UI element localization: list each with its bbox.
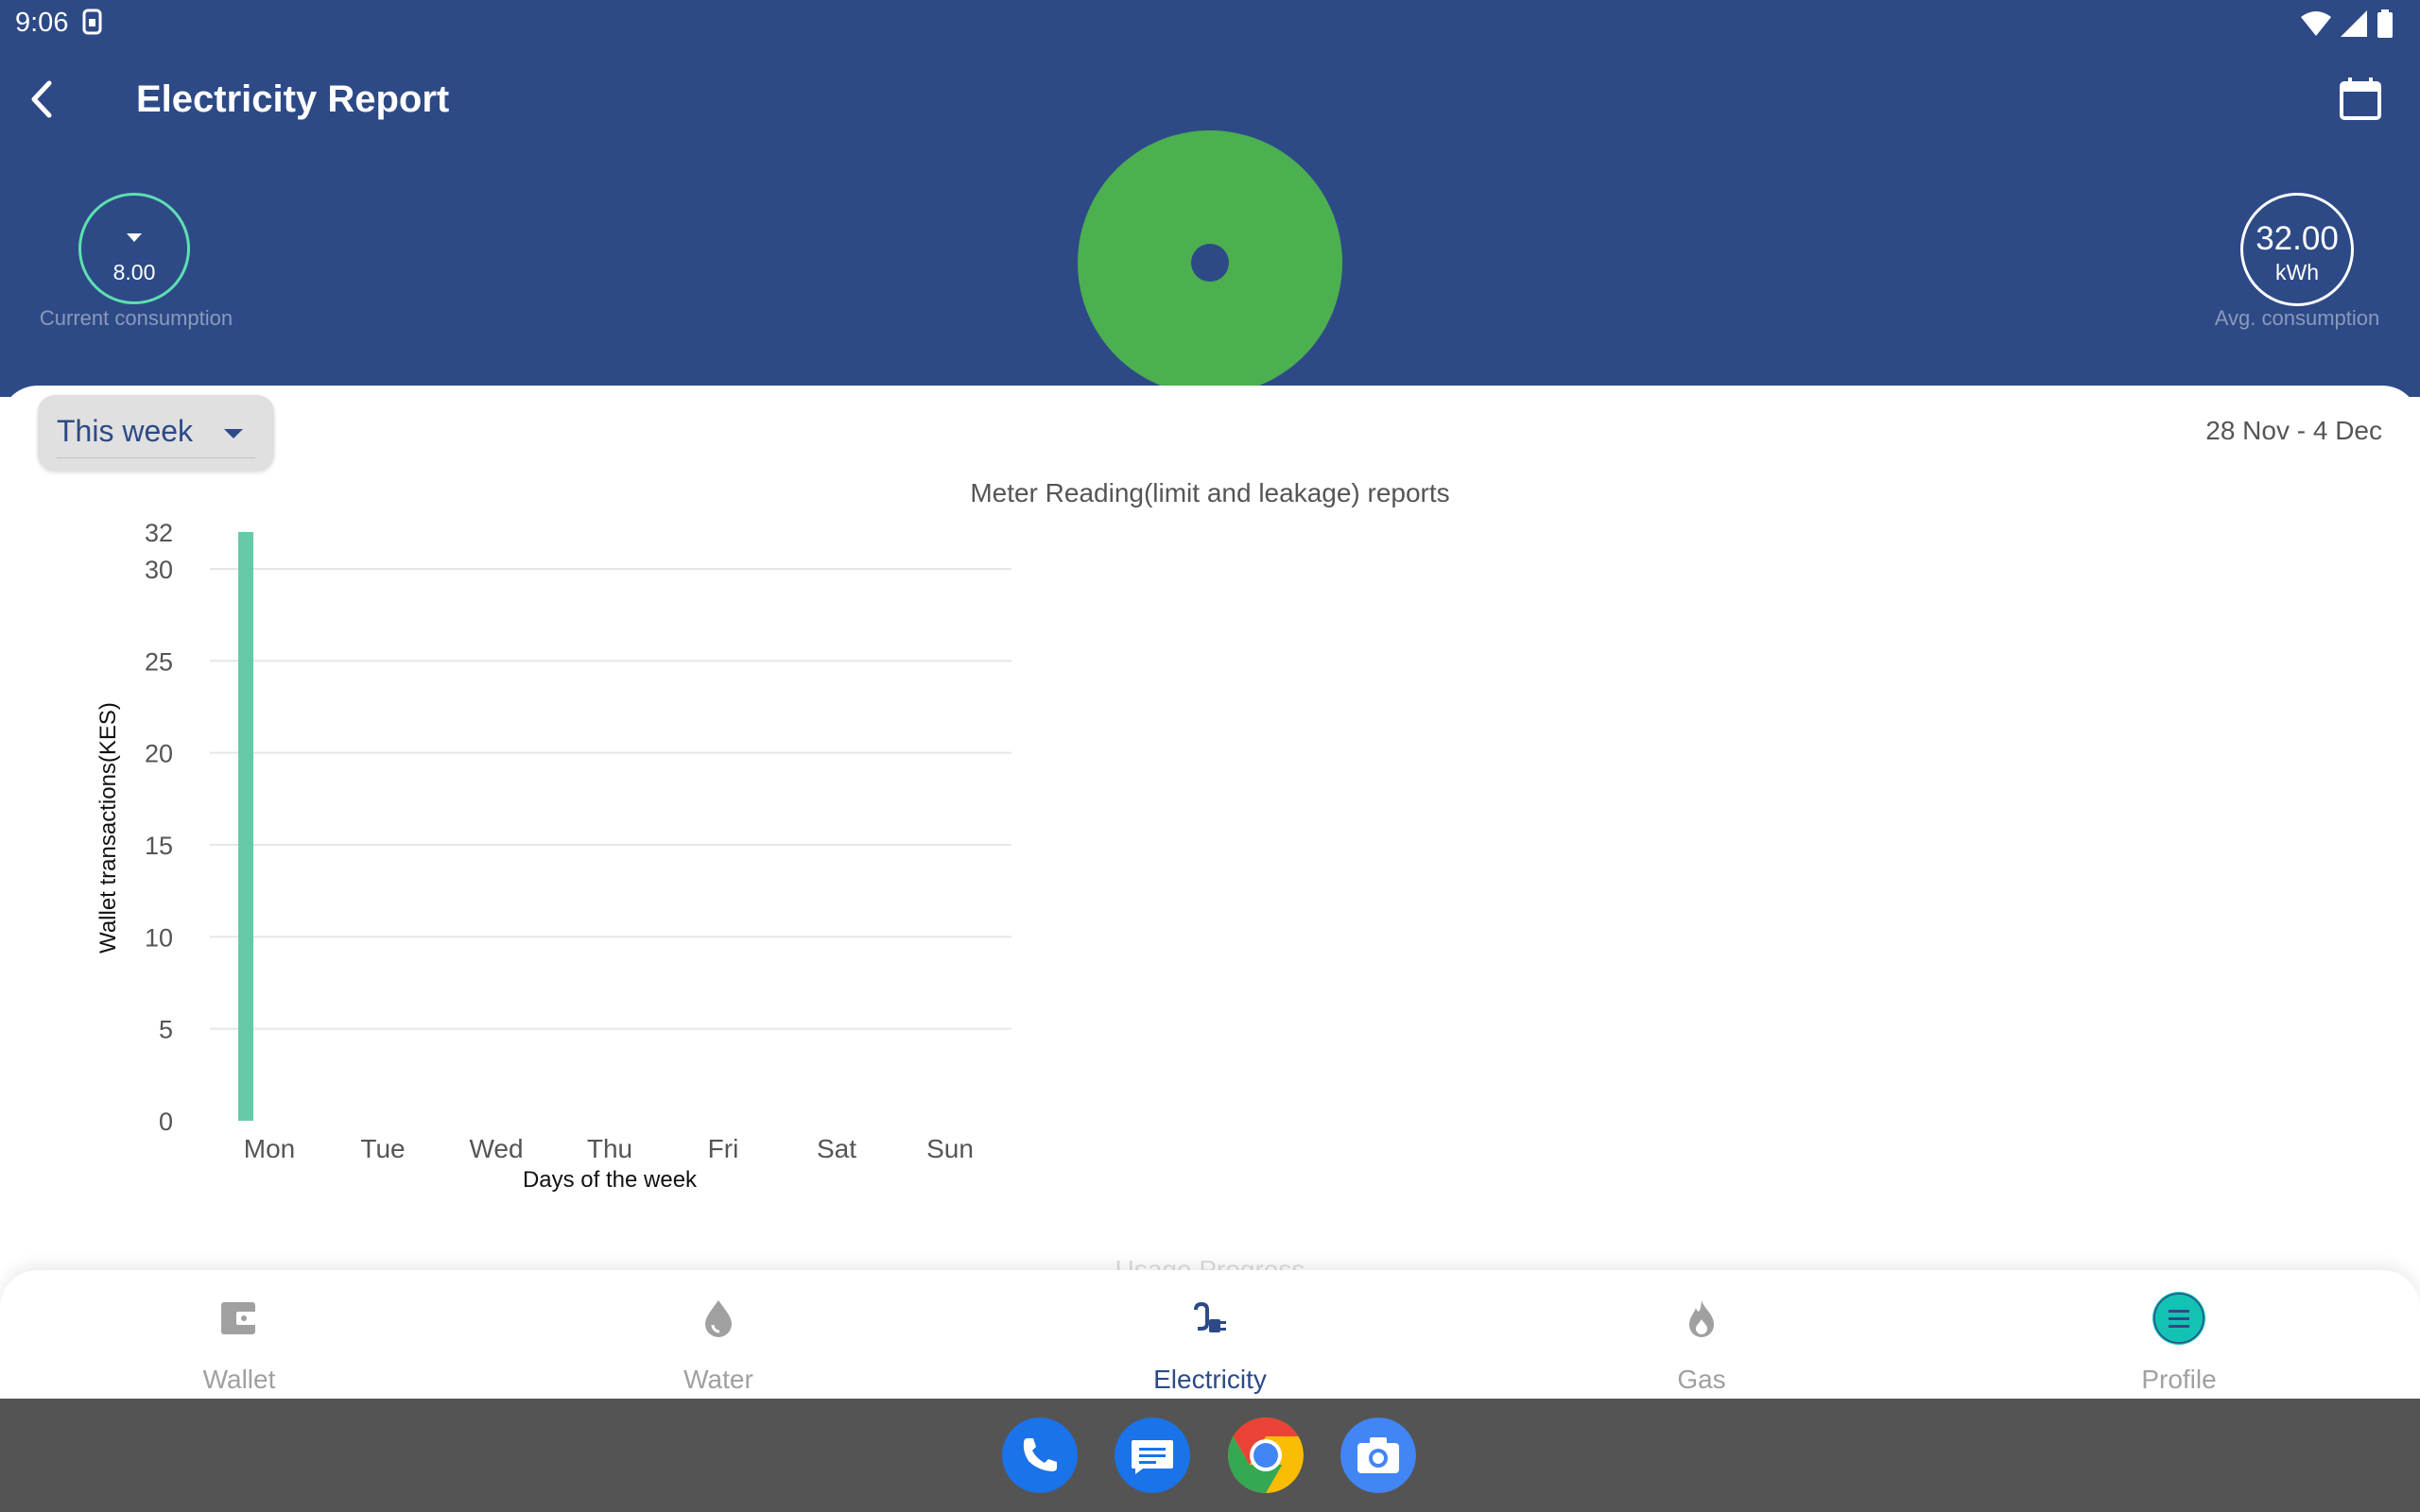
camera-app-icon[interactable] bbox=[1340, 1418, 1416, 1493]
y-tick-label: 25 bbox=[145, 647, 173, 676]
y-tick-label: 10 bbox=[145, 923, 173, 952]
wifi-icon bbox=[2301, 11, 2331, 36]
water-drop-icon bbox=[705, 1300, 732, 1337]
chrome-app-icon[interactable] bbox=[1228, 1418, 1304, 1493]
x-tick-label: Fri bbox=[708, 1134, 739, 1163]
bottom-nav: Wallet Water Electricity Gas Profile bbox=[0, 1270, 2420, 1399]
avg-consumption-value: 32.00 bbox=[2256, 220, 2339, 257]
x-axis-title: Days of the week bbox=[523, 1167, 698, 1193]
nav-label-electricity: Electricity bbox=[1153, 1365, 1267, 1394]
signal-icon bbox=[2341, 10, 2367, 37]
y-axis-title: Wallet transactions(KES) bbox=[95, 702, 121, 954]
x-tick-label: Tue bbox=[360, 1134, 405, 1163]
x-tick-label: Sun bbox=[926, 1134, 974, 1163]
consumption-donut: 0 bbox=[1076, 129, 1344, 397]
avg-consumption-caption: Avg. consumption bbox=[2214, 306, 2380, 330]
nav-profile[interactable]: Profile bbox=[2037, 1270, 2321, 1399]
x-tick-label: Wed bbox=[469, 1134, 523, 1163]
flame-icon bbox=[1689, 1300, 1714, 1337]
x-tick-label: Thu bbox=[587, 1134, 632, 1163]
bar-chart: 0 5 10 15 20 25 30 32 Mon Tue Wed Thu Fri Sat Sun Days … bbox=[95, 519, 1011, 1193]
system-taskbar bbox=[0, 1399, 2420, 1512]
nav-label-profile: Profile bbox=[2141, 1365, 2217, 1394]
battery-icon bbox=[2377, 9, 2393, 38]
y-tick-label: 20 bbox=[145, 740, 173, 768]
avg-consumption-unit: kWh bbox=[2275, 260, 2319, 284]
y-tick-label: 32 bbox=[145, 519, 173, 547]
nav-label-water: Water bbox=[683, 1365, 753, 1394]
wallet-icon bbox=[221, 1302, 257, 1334]
phone-app-icon[interactable] bbox=[1002, 1418, 1078, 1493]
messages-app-icon[interactable] bbox=[1115, 1418, 1190, 1493]
plug-icon bbox=[1194, 1301, 1226, 1332]
y-tick-label: 5 bbox=[159, 1016, 173, 1044]
profile-menu-icon bbox=[2152, 1292, 2205, 1345]
calendar-icon[interactable] bbox=[2339, 76, 2382, 121]
x-tick-label: Sat bbox=[817, 1134, 856, 1163]
date-range: 28 Nov - 4 Dec bbox=[2205, 416, 2382, 445]
nav-electricity[interactable]: Electricity bbox=[1068, 1270, 1352, 1399]
bar bbox=[238, 532, 253, 1121]
nav-wallet[interactable]: Wallet bbox=[97, 1270, 381, 1399]
y-tick-label: 15 bbox=[145, 832, 173, 860]
status-icons bbox=[2301, 9, 2394, 38]
nav-water[interactable]: Water bbox=[577, 1270, 860, 1399]
avg-consumption-gauge: 32.00 kWh bbox=[2240, 193, 2354, 306]
y-tick-label: 30 bbox=[145, 556, 173, 584]
nav-gas[interactable]: Gas bbox=[1560, 1270, 1843, 1399]
nav-label-gas: Gas bbox=[1677, 1365, 1726, 1394]
y-tick-label: 0 bbox=[159, 1108, 173, 1136]
x-tick-label: Mon bbox=[244, 1134, 295, 1163]
nav-label-wallet: Wallet bbox=[202, 1365, 276, 1394]
